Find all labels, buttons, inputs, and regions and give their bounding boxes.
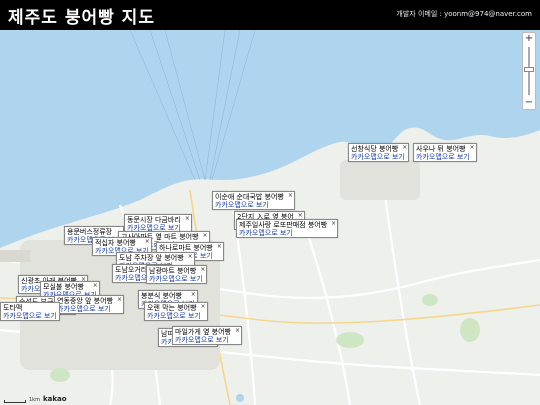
marker-info-window[interactable]: 사우나 뒤 붕어빵 × 카카오맵으로 보기: [413, 143, 477, 162]
airport: [0, 250, 30, 262]
app-header: 제주도 붕어빵 지도 개발자 이메일 : yoonm@974@naver.com: [0, 0, 540, 30]
marker-name: 선창식당 붕어빵: [351, 145, 399, 153]
close-icon[interactable]: ×: [191, 291, 196, 299]
kakaomap-link[interactable]: 카카오맵으로 보기: [215, 201, 292, 209]
kakaomap-link[interactable]: 카카오맵으로 보기: [351, 153, 406, 161]
pond: [236, 394, 244, 402]
marker-name: 용문버스정류장: [67, 228, 113, 236]
marker-info-window[interactable]: 도타맥 카카오맵으로 보기: [0, 302, 60, 321]
close-icon[interactable]: ×: [288, 192, 293, 200]
marker-info-window[interactable]: 오렌 막는 붕어빵 × 카카오맵으로 보기: [144, 302, 208, 321]
marker-name: 모실불 붕어빵: [43, 283, 84, 291]
close-icon[interactable]: ×: [188, 253, 193, 261]
close-icon[interactable]: ×: [117, 296, 122, 304]
page-title: 제주도 붕어빵 지도: [8, 8, 155, 28]
kakaomap-link[interactable]: 카카오맵으로 보기: [175, 336, 239, 344]
scale-label: 1km: [29, 397, 40, 403]
close-icon[interactable]: ×: [200, 266, 205, 274]
marker-name: 이순애 순대국밥 붕어빵: [215, 193, 284, 201]
marker-info-window[interactable]: 제주일사랑 로또판매점 붕어빵 × 카카오맵으로 보기: [236, 219, 339, 238]
close-icon[interactable]: ×: [470, 144, 475, 152]
marker-info-window[interactable]: 연동중앙 앞 붕어빵 × 카카오맵으로 보기: [54, 295, 124, 314]
marker-name: 하나로마트 붕어빵: [159, 244, 213, 252]
marker-name: 제주일사랑 로또판매점 붕어빵: [239, 221, 328, 229]
kakaomap-link[interactable]: 카카오맵으로 보기: [416, 153, 474, 161]
close-icon[interactable]: ×: [201, 303, 206, 311]
kakao-logo: kakao: [42, 395, 67, 403]
marker-name: 연동중앙 앞 붕어빵: [57, 297, 113, 305]
zoom-control: + −: [522, 32, 536, 110]
marker-name: 오렌 막는 붕어빵: [147, 304, 197, 312]
marker-info-window[interactable]: 선창식당 붕어빵 × 카카오맵으로 보기: [348, 143, 410, 162]
developer-email: 개발자 이메일 : yoonm@974@naver.com: [396, 10, 532, 18]
zoom-out-button[interactable]: −: [523, 97, 535, 109]
marker-name: 마일가게 옆 붕어빵: [175, 328, 231, 336]
map-scale: 1km kakao: [4, 395, 67, 403]
close-icon[interactable]: ×: [331, 220, 336, 228]
marker-name: 봉분식 붕어빵: [141, 292, 182, 300]
marker-info-window[interactable]: 마일가게 옆 붕어빵 × 카카오맵으로 보기: [172, 326, 242, 345]
zoom-in-button[interactable]: +: [523, 33, 535, 45]
close-icon[interactable]: ×: [93, 282, 98, 290]
close-icon[interactable]: ×: [202, 232, 207, 240]
close-icon[interactable]: ×: [217, 243, 222, 251]
marker-info-window[interactable]: 남광마트 붕어빵 × 카카오맵으로 보기: [146, 265, 208, 284]
marker-info-window[interactable]: 이순애 순대국밥 붕어빵 × 카카오맵으로 보기: [212, 191, 295, 210]
map-view[interactable]: + − 선창식당 붕어빵 × 카카오맵으로 보기 사우나 뒤 붕어빵 × 카카오…: [0, 30, 540, 405]
close-icon[interactable]: ×: [402, 144, 407, 152]
kakaomap-link[interactable]: 카카오맵으로 보기: [147, 312, 205, 320]
close-icon[interactable]: ×: [185, 215, 190, 223]
marker-name: 동문시장 다금바리: [127, 216, 181, 224]
close-icon[interactable]: ×: [235, 327, 240, 335]
marker-name: 적십자 붕어빵: [95, 239, 136, 247]
zoom-slider-handle[interactable]: [524, 67, 534, 72]
marker-name: 도남 주차장 앞 붕어빵: [119, 254, 184, 262]
kakaomap-link[interactable]: 카카오맵으로 보기: [3, 312, 57, 320]
marker-name: 사우나 뒤 붕어빵: [416, 145, 466, 153]
marker-name: 도타맥: [3, 304, 23, 312]
kakaomap-link[interactable]: 카카오맵으로 보기: [239, 229, 335, 237]
kakaomap-link[interactable]: 카카오맵으로 보기: [57, 305, 121, 313]
marker-name: 남광마트 붕어빵: [149, 267, 197, 275]
close-icon[interactable]: ×: [145, 238, 150, 246]
kakaomap-link[interactable]: 카카오맵으로 보기: [149, 275, 204, 283]
scale-bar: [4, 400, 26, 403]
